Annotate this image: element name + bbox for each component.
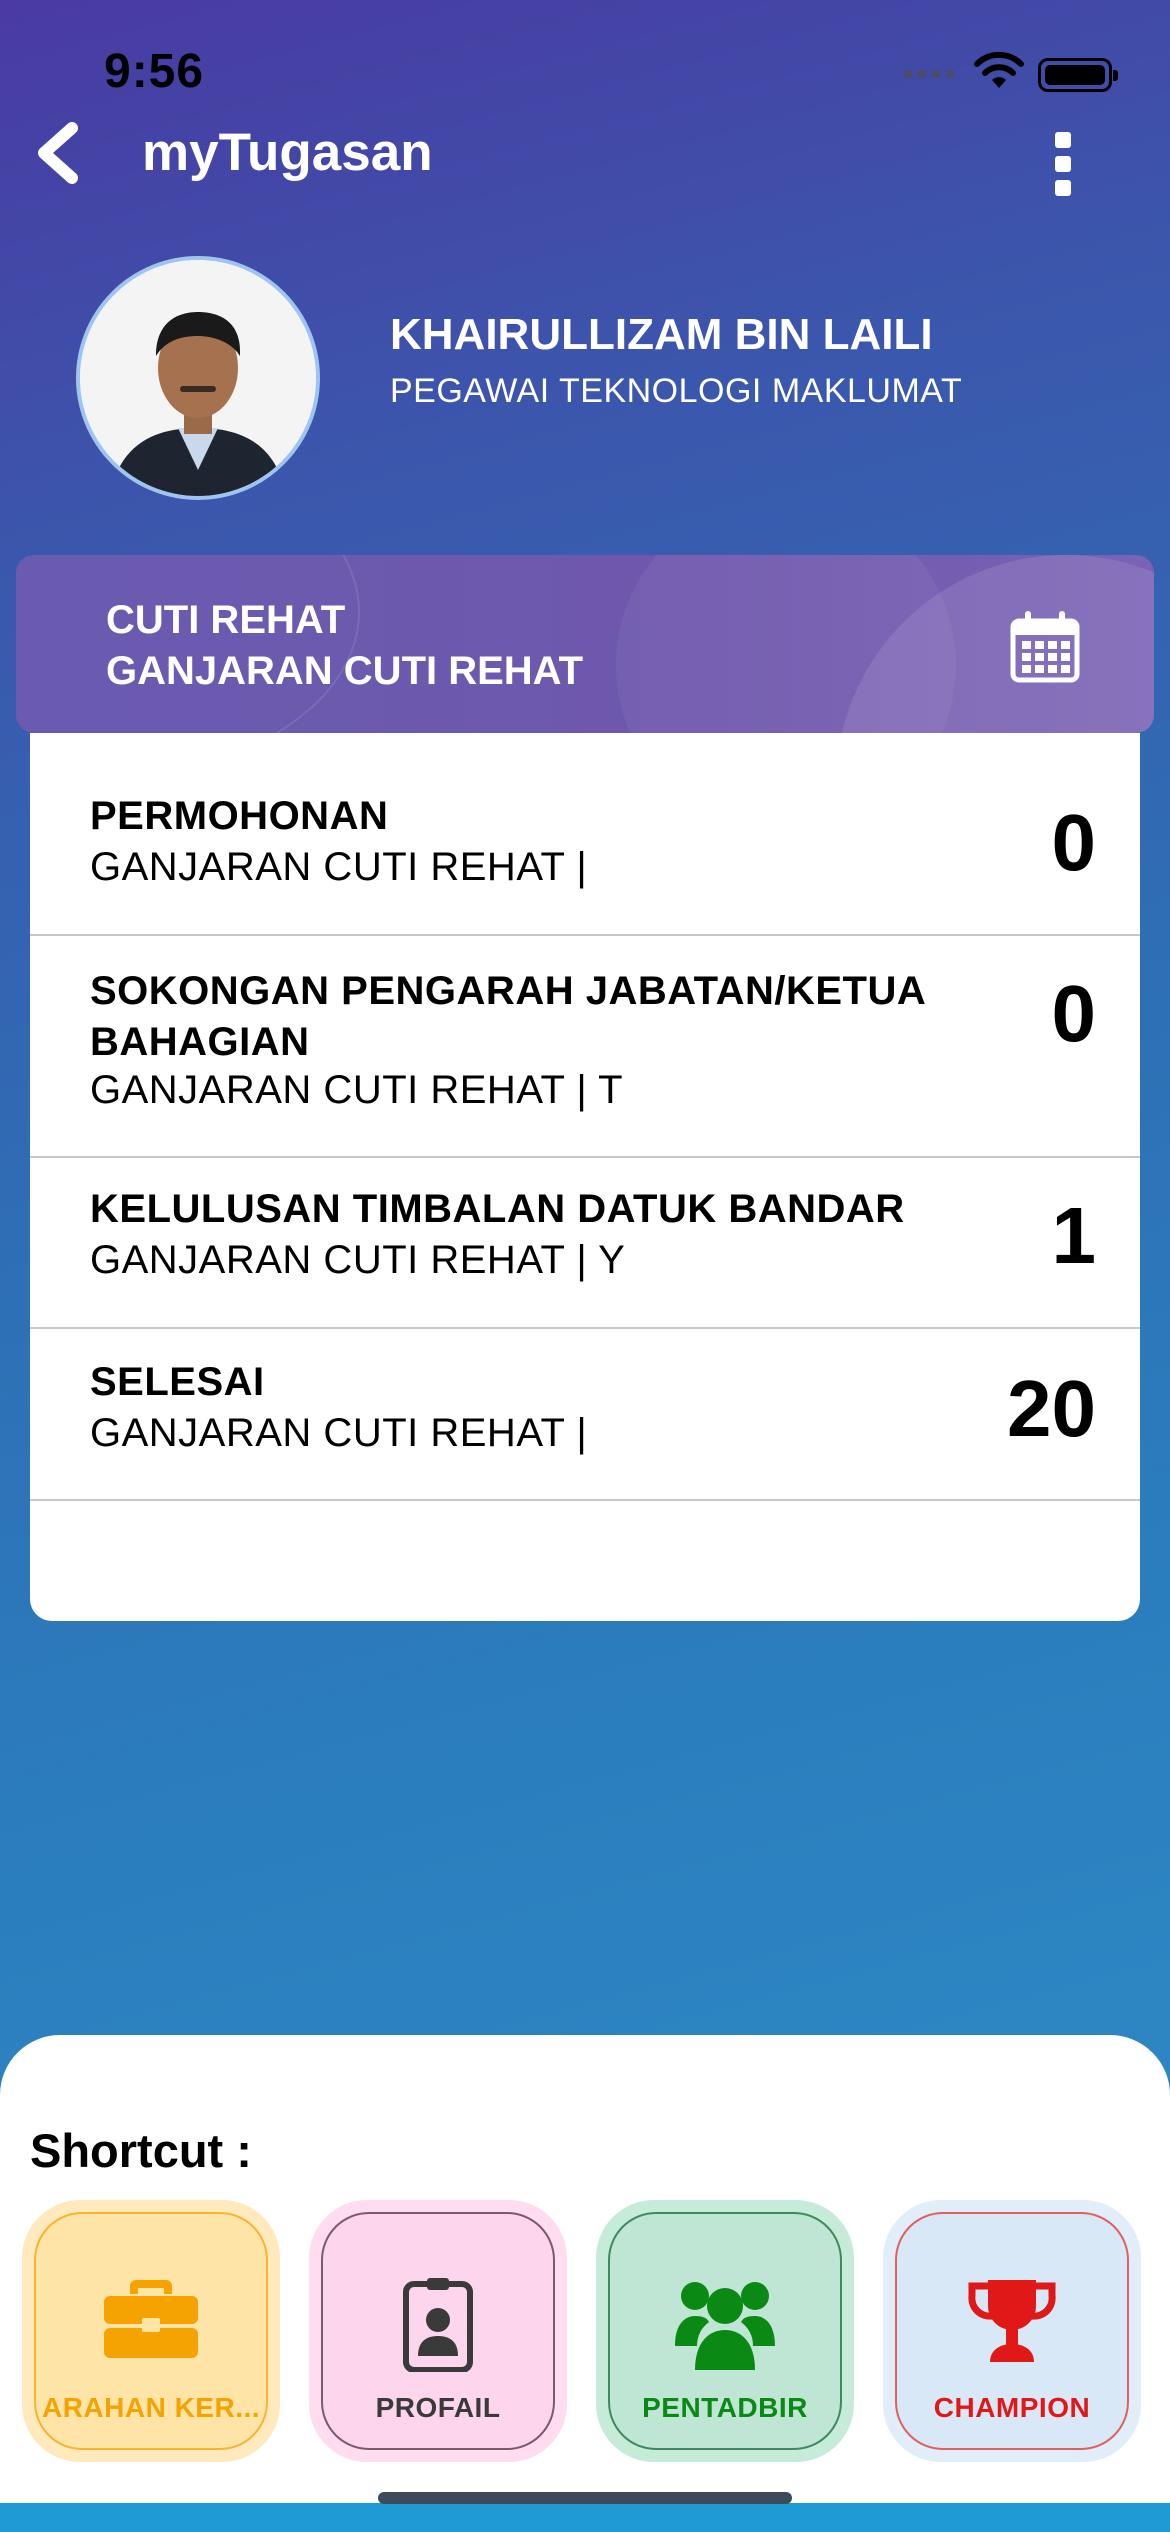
users-icon <box>675 2282 775 2370</box>
list-item-count: 1 <box>1051 1191 1097 1280</box>
banner-title: CUTI REHAT GANJARAN CUTI REHAT <box>106 595 583 697</box>
profile-name: KHAIRULLIZAM BIN LAILI <box>390 310 933 359</box>
id-badge-icon <box>403 2278 473 2372</box>
list-item-permohonan[interactable]: PERMOHONAN GANJARAN CUTI REHAT | 0 <box>30 733 1140 936</box>
list-item-selesai[interactable]: SELESAI GANJARAN CUTI REHAT | 20 <box>30 1329 1140 1501</box>
list-item-count: 0 <box>1051 969 1097 1058</box>
list-item-count: 0 <box>1051 798 1097 887</box>
shortcut-profail[interactable]: PROFAIL <box>309 2200 567 2462</box>
calendar-icon[interactable] <box>1010 609 1080 683</box>
list-item-subtitle: GANJARAN CUTI REHAT | <box>90 845 588 889</box>
category-banner: CUTI REHAT GANJARAN CUTI REHAT <box>16 555 1154 733</box>
trophy-icon <box>968 2280 1056 2362</box>
more-menu-icon[interactable] <box>1048 132 1078 196</box>
person-photo-icon <box>80 260 316 496</box>
banner-line-1: CUTI REHAT <box>106 598 346 642</box>
profile-position: PEGAWAI TEKNOLOGI MAKLUMAT <box>390 372 963 410</box>
shortcut-label: ARAHAN KER... <box>41 2392 261 2423</box>
status-bar: 9:56 <box>0 0 1170 140</box>
shortcut-label: CHAMPION <box>933 2392 1091 2423</box>
banner-line-2: GANJARAN CUTI REHAT <box>106 649 584 693</box>
list-item-subtitle: GANJARAN CUTI REHAT | <box>90 1411 588 1455</box>
app-title: myTugasan <box>142 123 433 182</box>
list-item-kelulusan[interactable]: KELULUSAN TIMBALAN DATUK BANDAR GANJARAN… <box>30 1158 1140 1329</box>
bottom-strip <box>0 2503 1170 2532</box>
list-item-title: KELULUSAN TIMBALAN DATUK BANDAR <box>90 1187 905 1231</box>
shortcut-sheet: Shortcut : ARAHAN KER... PROFAIL PENTADB… <box>0 2035 1170 2503</box>
battery-icon <box>1038 58 1118 92</box>
shortcut-pentadbir[interactable]: PENTADBIR <box>596 2200 854 2462</box>
wifi-icon <box>974 51 1024 88</box>
shortcut-champion[interactable]: CHAMPION <box>883 2200 1141 2462</box>
list-item-subtitle: GANJARAN CUTI REHAT | T <box>90 1068 624 1112</box>
status-time: 9:56 <box>104 45 205 98</box>
list-item-title: SOKONGAN PENGARAH JABATAN/KETUA BAHAGIAN <box>90 969 925 1064</box>
home-indicator[interactable] <box>378 2492 792 2504</box>
list-item-count: 20 <box>1007 1364 1096 1453</box>
back-chevron-icon[interactable] <box>30 118 90 188</box>
shortcut-arahan-kerja[interactable]: ARAHAN KER... <box>22 2200 280 2462</box>
shortcut-label: PENTADBIR <box>642 2392 808 2423</box>
briefcase-icon <box>104 2280 198 2358</box>
shortcut-title: Shortcut : <box>30 2124 252 2177</box>
cellular-signal-icon <box>904 70 954 78</box>
list-item-subtitle: GANJARAN CUTI REHAT | Y <box>90 1238 626 1282</box>
shortcut-label: PROFAIL <box>375 2392 501 2423</box>
list-item-title: PERMOHONAN <box>90 794 389 838</box>
list-item-sokongan[interactable]: SOKONGAN PENGARAH JABATAN/KETUA BAHAGIAN… <box>30 936 1140 1158</box>
avatar <box>76 256 320 500</box>
list-item-title: SELESAI <box>90 1360 265 1404</box>
status-list-card: PERMOHONAN GANJARAN CUTI REHAT | 0 SOKON… <box>30 733 1140 1621</box>
